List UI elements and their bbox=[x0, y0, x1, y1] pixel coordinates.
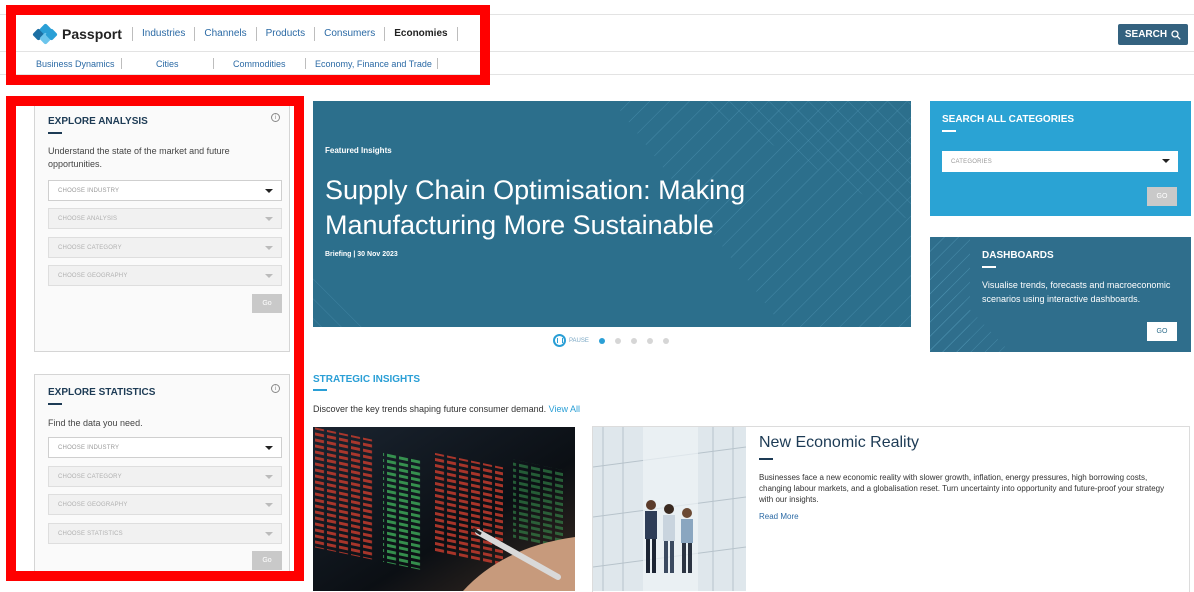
view-all-link[interactable]: View All bbox=[549, 404, 580, 414]
stock-ticker-board-illustration bbox=[313, 427, 575, 591]
search-all-title: SEARCH ALL CATEGORIES bbox=[942, 114, 1075, 125]
select-placeholder: CATEGORIES bbox=[951, 158, 992, 165]
title-underline bbox=[982, 266, 996, 268]
pause-label: PAUSE bbox=[569, 337, 589, 344]
feature-title[interactable]: New Economic Reality bbox=[759, 434, 919, 452]
carousel-dot[interactable] bbox=[630, 337, 637, 344]
carousel-dot[interactable] bbox=[646, 337, 653, 344]
pause-icon bbox=[553, 334, 566, 347]
feature-body: Businesses face a new economic reality w… bbox=[759, 473, 1165, 504]
strategic-insights-description: Discover the key trends shaping future c… bbox=[313, 404, 580, 414]
carousel-dot[interactable] bbox=[598, 337, 605, 344]
dashboards-card: DASHBOARDS Visualise trends, forecasts a… bbox=[930, 237, 1191, 352]
search-all-categories-card: SEARCH ALL CATEGORIES CATEGORIES GO bbox=[930, 101, 1191, 216]
carousel-dot[interactable] bbox=[662, 337, 669, 344]
dashboards-title: DASHBOARDS bbox=[982, 250, 1054, 261]
highlight-box-explore-panels bbox=[6, 96, 304, 581]
hero-kicker: Featured Insights bbox=[325, 146, 392, 155]
dashboards-go-button[interactable]: GO bbox=[1147, 322, 1177, 341]
search-all-go-button[interactable]: GO bbox=[1147, 187, 1177, 206]
strategic-insights-text: Discover the key trends shaping future c… bbox=[313, 404, 547, 414]
read-more-link[interactable]: Read More bbox=[759, 512, 799, 521]
featured-insight-hero[interactable]: Featured Insights Supply Chain Optimisat… bbox=[313, 101, 911, 327]
business-people-image[interactable] bbox=[593, 427, 746, 591]
highlight-box-navigation bbox=[6, 5, 490, 85]
hero-title[interactable]: Supply Chain Optimisation: Making Manufa… bbox=[325, 173, 765, 243]
chevron-down-icon bbox=[1162, 159, 1170, 163]
stock-market-image[interactable] bbox=[313, 427, 575, 591]
search-button[interactable]: SEARCH bbox=[1118, 24, 1188, 45]
title-underline bbox=[942, 130, 956, 132]
search-button-label: SEARCH bbox=[1124, 29, 1168, 40]
title-underline bbox=[313, 389, 327, 391]
dashboards-description: Visualise trends, forecasts and macroeco… bbox=[982, 280, 1171, 304]
title-underline bbox=[759, 458, 773, 460]
search-icon bbox=[1171, 29, 1181, 40]
people-in-atrium-illustration bbox=[593, 427, 746, 591]
categories-select[interactable]: CATEGORIES bbox=[942, 151, 1178, 172]
carousel-dot[interactable] bbox=[614, 337, 621, 344]
strategic-insights-title: STRATEGIC INSIGHTS bbox=[313, 374, 421, 385]
hero-meta: Briefing | 30 Nov 2023 bbox=[325, 251, 398, 258]
hero-carousel-controls: PAUSE bbox=[553, 334, 669, 347]
pause-button[interactable]: PAUSE bbox=[553, 334, 589, 347]
